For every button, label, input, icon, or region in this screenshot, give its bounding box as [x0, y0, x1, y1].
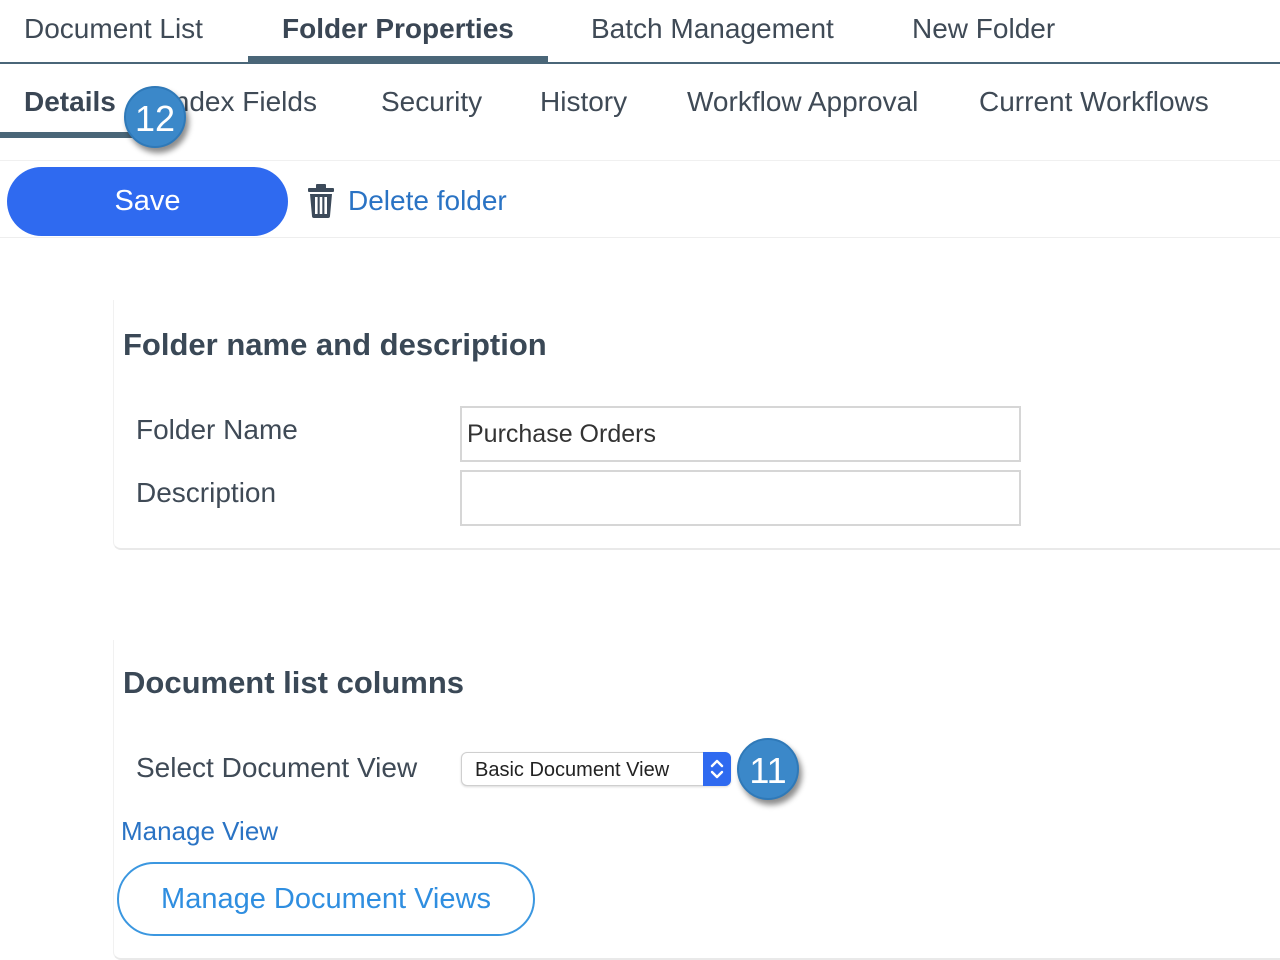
save-button[interactable]: Save [7, 167, 288, 236]
section-title-columns: Document list columns [123, 665, 465, 700]
delete-folder-link[interactable]: Delete folder [306, 183, 507, 219]
select-document-view-label: Select Document View [136, 752, 418, 783]
top-tab-bar: Document List Folder Properties Batch Ma… [0, 0, 1280, 64]
folder-name-label: Folder Name [136, 414, 298, 445]
document-columns-card: Document list columns Select Document Vi… [113, 640, 1280, 960]
subtab-current-workflows[interactable]: Current Workflows [979, 86, 1209, 118]
description-input[interactable] [460, 470, 1021, 526]
folder-details-card: Folder name and description Folder Name … [113, 300, 1280, 550]
description-label: Description [136, 477, 277, 508]
chevron-up-down-icon [703, 752, 731, 786]
tab-new-folder[interactable]: New Folder [912, 0, 1055, 62]
subtab-index-fields[interactable]: Index Fields [166, 86, 317, 118]
subtab-details[interactable]: Details [24, 86, 116, 118]
annotation-badge-11: 11 [737, 738, 799, 800]
tab-batch-management[interactable]: Batch Management [591, 0, 834, 62]
subtab-history[interactable]: History [540, 86, 627, 118]
section-title-folder: Folder name and description [123, 327, 547, 362]
toolbar: Save Delete folder [0, 160, 1280, 238]
subtab-security[interactable]: Security [381, 86, 482, 118]
manage-document-views-button[interactable]: Manage Document Views [117, 862, 535, 936]
document-view-select-value: Basic Document View [475, 759, 670, 781]
annotation-badge-12: 12 [124, 86, 186, 148]
trash-icon [308, 184, 334, 218]
active-tab-indicator [248, 56, 548, 64]
document-view-select[interactable]: Basic Document View [461, 752, 731, 786]
sub-tab-bar: Details Index Fields Security History Wo… [0, 64, 1280, 160]
delete-folder-label: Delete folder [348, 185, 507, 216]
manage-view-link[interactable]: Manage View [121, 816, 278, 847]
tab-folder-properties[interactable]: Folder Properties [282, 0, 514, 62]
folder-name-input[interactable] [460, 406, 1021, 462]
tab-document-list[interactable]: Document List [24, 0, 203, 62]
subtab-workflow-approval[interactable]: Workflow Approval [687, 86, 918, 118]
